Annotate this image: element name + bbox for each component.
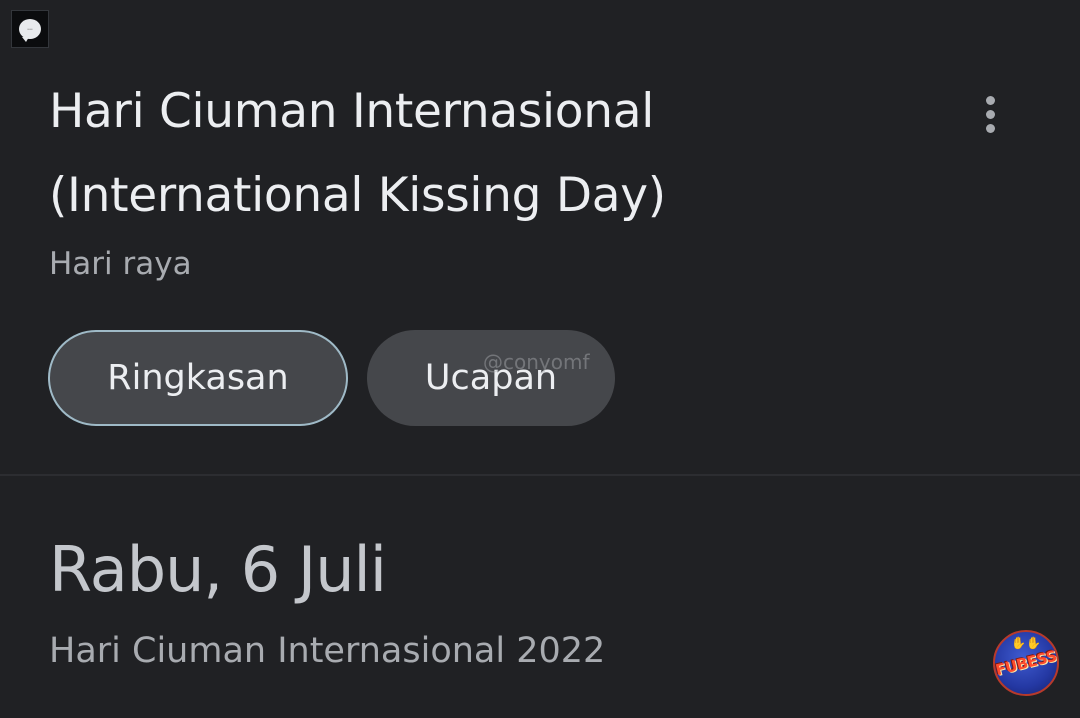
app-badge-icon: ••••• xyxy=(11,10,49,48)
title-line-1: Hari Ciuman Internasional xyxy=(49,84,654,139)
chat-bubble-icon: ••••• xyxy=(19,19,41,42)
divider xyxy=(0,474,1080,476)
category-label: Hari raya xyxy=(49,246,192,282)
tab-ringkasan[interactable]: Ringkasan xyxy=(48,330,348,426)
fubess-logo: ✋✋ FUBESS xyxy=(993,630,1059,696)
more-options-button[interactable] xyxy=(966,90,1014,138)
event-date: Rabu, 6 Juli xyxy=(49,533,387,606)
tab-ucapan[interactable]: Ucapan xyxy=(367,330,615,426)
event-name: Hari Ciuman Internasional 2022 xyxy=(49,631,606,671)
more-vert-icon xyxy=(985,95,995,105)
tab-chips: Ringkasan Ucapan xyxy=(48,330,615,426)
more-vert-icon-dot xyxy=(985,123,995,133)
logo-text: FUBESS xyxy=(993,646,1059,680)
title-line-2: (International Kissing Day) xyxy=(49,168,666,223)
more-vert-icon-dot xyxy=(985,109,995,119)
page-title: Hari Ciuman Internasional (International… xyxy=(49,70,949,238)
header: Hari Ciuman Internasional (International… xyxy=(49,70,949,238)
